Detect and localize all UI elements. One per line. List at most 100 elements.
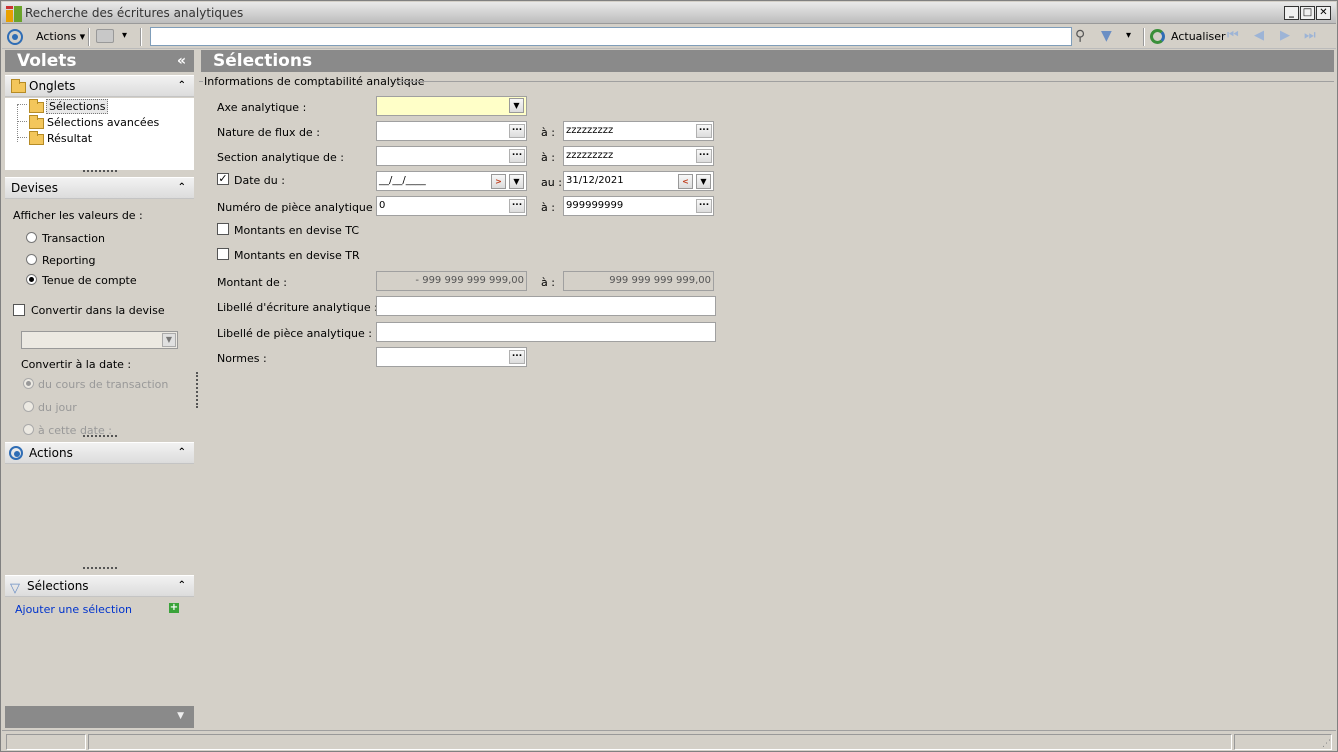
montants-tc-checkbox[interactable] xyxy=(217,223,229,235)
add-icon[interactable]: + xyxy=(169,603,179,613)
nature-flux-from-lookup-button[interactable]: ... xyxy=(509,124,525,138)
onglets-tree: Sélections Sélections avancées Résultat xyxy=(5,98,194,170)
currency-select[interactable]: ▼ xyxy=(21,331,178,349)
chevron-up-icon[interactable]: ⌃ xyxy=(178,579,186,593)
radio-cours-transaction-label: du cours de transaction xyxy=(38,378,169,391)
toolbar: Actions ▾ ▾ ⚲ ▼ ▾ Actualiser ⏮ ◀ ▶ ⏭ xyxy=(2,25,1336,49)
devises-section-header[interactable]: Devises ⌃ xyxy=(5,177,194,199)
search-icon[interactable]: ⚲ xyxy=(1075,28,1085,44)
chevron-down-icon[interactable]: ▼ xyxy=(162,333,176,347)
splitter-grip[interactable] xyxy=(83,170,117,173)
section-analytique-from-input[interactable] xyxy=(376,146,527,166)
montant-label: Montant de : xyxy=(217,276,287,289)
chevron-up-icon[interactable]: ⌃ xyxy=(178,79,186,93)
numero-piece-from-lookup-button[interactable]: ... xyxy=(509,199,525,213)
section-analytique-to-lookup-button[interactable]: ... xyxy=(696,149,712,163)
nature-flux-to-input[interactable]: zzzzzzzzz xyxy=(563,121,714,141)
selections-section-header[interactable]: ▽ Sélections ⌃ xyxy=(5,575,194,597)
date-to-label: au : xyxy=(541,176,562,189)
folder-icon xyxy=(29,131,44,145)
minimize-button[interactable]: _ xyxy=(1284,6,1299,20)
chevron-up-icon[interactable]: ⌃ xyxy=(178,181,186,195)
close-button[interactable]: ✕ xyxy=(1316,6,1331,20)
previous-record-icon[interactable]: ◀ xyxy=(1254,28,1264,43)
axe-analytique-select[interactable] xyxy=(376,96,527,116)
app-logo-icon xyxy=(6,6,22,22)
date-from-chevron-down-icon[interactable]: ▼ xyxy=(509,174,524,189)
first-record-icon[interactable]: ⏮ xyxy=(1227,28,1239,43)
radio-tenue-de-compte-label: Tenue de compte xyxy=(42,274,137,287)
montant-from-input[interactable]: - 999 999 999 999,00 xyxy=(376,271,527,291)
collapse-pane-icon[interactable]: « xyxy=(177,50,186,72)
date-from-arrow-icon[interactable]: > xyxy=(491,174,506,189)
radio-tenue-de-compte[interactable] xyxy=(26,274,37,285)
section-analytique-from-lookup-button[interactable]: ... xyxy=(509,149,525,163)
normes-input[interactable] xyxy=(376,347,527,367)
libelle-piece-input[interactable] xyxy=(376,322,716,342)
folder-icon xyxy=(11,79,26,93)
convert-date-label: Convertir à la date : xyxy=(21,358,132,371)
actions-section-header[interactable]: Actions ⌃ xyxy=(5,442,194,464)
numero-piece-to-input[interactable]: 999999999 xyxy=(563,196,714,216)
convert-currency-label: Convertir dans la devise xyxy=(31,304,165,317)
montants-tc-label: Montants en devise TC xyxy=(234,224,360,237)
splitter-grip[interactable] xyxy=(83,567,117,570)
filter-dropdown-chevron-icon[interactable]: ▾ xyxy=(1126,30,1131,41)
pane-footer: ▼ xyxy=(5,706,194,728)
refresh-icon[interactable] xyxy=(1150,29,1165,44)
date-to-arrow-icon[interactable]: < xyxy=(678,174,693,189)
radio-reporting[interactable] xyxy=(26,254,37,265)
folder-icon xyxy=(29,115,44,129)
convert-currency-checkbox[interactable] xyxy=(13,304,25,316)
print-icon[interactable] xyxy=(96,29,114,43)
chevron-up-icon[interactable]: ⌃ xyxy=(178,446,186,460)
nature-flux-label: Nature de flux de : xyxy=(217,126,320,139)
nature-flux-to-lookup-button[interactable]: ... xyxy=(696,124,712,138)
add-selection-link[interactable]: Ajouter une sélection xyxy=(15,603,132,616)
search-input[interactable] xyxy=(150,27,1072,46)
print-dropdown-chevron-icon[interactable]: ▾ xyxy=(122,30,127,41)
resize-grip-icon[interactable]: ⋰ xyxy=(1322,739,1331,749)
vertical-splitter-grip[interactable] xyxy=(196,372,198,408)
window-title: Recherche des écritures analytiques xyxy=(25,6,244,20)
open-folder-icon xyxy=(29,99,44,113)
splitter-grip[interactable] xyxy=(83,435,117,438)
libelle-ecriture-input[interactable] xyxy=(376,296,716,316)
numero-piece-to-lookup-button[interactable]: ... xyxy=(696,199,712,213)
section-analytique-to-input[interactable]: zzzzzzzzz xyxy=(563,146,714,166)
tree-line xyxy=(17,104,27,105)
title-bar[interactable]: Recherche des écritures analytiques _ □ … xyxy=(2,2,1336,24)
section-analytique-label: Section analytique de : xyxy=(217,151,344,164)
chevron-double-down-icon[interactable]: ▼ xyxy=(509,98,524,113)
actions-menu-button[interactable]: Actions ▾ xyxy=(36,30,85,43)
nature-flux-from-input[interactable] xyxy=(376,121,527,141)
radio-transaction-label: Transaction xyxy=(42,232,105,245)
application-window: Recherche des écritures analytiques _ □ … xyxy=(0,0,1338,752)
left-pane: Volets « Onglets ⌃ Sélections Sélections… xyxy=(5,50,198,730)
date-checkbox[interactable]: ✓ xyxy=(217,173,229,185)
next-record-icon[interactable]: ▶ xyxy=(1280,28,1290,43)
actions-target-icon xyxy=(9,446,23,460)
radio-cette-date[interactable] xyxy=(23,424,34,435)
refresh-button[interactable]: Actualiser xyxy=(1171,30,1226,43)
libelle-piece-label: Libellé de pièce analytique : xyxy=(217,327,372,340)
radio-cours-transaction[interactable] xyxy=(23,378,34,389)
status-bar: ⋰ xyxy=(2,730,1336,751)
actions-target-icon xyxy=(7,29,23,45)
date-to-chevron-down-icon[interactable]: ▼ xyxy=(696,174,711,189)
numero-piece-to-label: à : xyxy=(541,201,555,214)
normes-lookup-button[interactable]: ... xyxy=(509,350,525,364)
radio-transaction[interactable] xyxy=(26,232,37,243)
montant-to-input[interactable]: 999 999 999 999,00 xyxy=(563,271,714,291)
filter-icon: ▽ xyxy=(10,581,20,596)
maximize-button[interactable]: □ xyxy=(1300,6,1315,20)
libelle-ecriture-label: Libellé d'écriture analytique : xyxy=(217,301,378,314)
onglets-section-header[interactable]: Onglets ⌃ xyxy=(5,75,194,97)
chevron-down-icon[interactable]: ▼ xyxy=(177,711,184,721)
toolbar-separator xyxy=(88,28,90,46)
radio-du-jour[interactable] xyxy=(23,401,34,412)
numero-piece-from-input[interactable]: 0 xyxy=(376,196,527,216)
last-record-icon[interactable]: ⏭ xyxy=(1304,28,1316,43)
filter-icon[interactable]: ▼ xyxy=(1101,28,1112,44)
montants-tr-checkbox[interactable] xyxy=(217,248,229,260)
